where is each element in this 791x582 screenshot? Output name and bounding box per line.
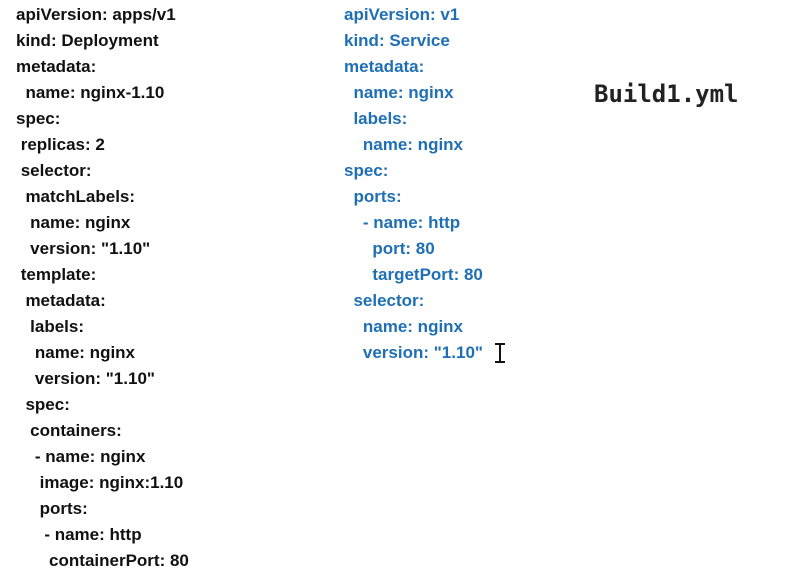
file-title: Build1.yml: [594, 80, 739, 108]
yaml-line: ports:: [344, 187, 402, 206]
yaml-line: spec:: [344, 161, 389, 180]
yaml-line: selector:: [16, 161, 92, 180]
yaml-line: - name: nginx: [16, 447, 146, 466]
yaml-line: template:: [16, 265, 97, 284]
yaml-line: apiVersion: v1: [344, 5, 460, 24]
yaml-line: spec:: [16, 109, 61, 128]
yaml-line: name: nginx: [344, 317, 464, 336]
yaml-line: labels:: [344, 109, 408, 128]
yaml-line: version: "1.10": [344, 343, 483, 362]
yaml-line: spec:: [16, 395, 70, 414]
yaml-line: matchLabels:: [16, 187, 136, 206]
yaml-line: kind: Service: [344, 31, 450, 50]
text-cursor-icon: [495, 342, 505, 364]
yaml-line: port: 80: [344, 239, 435, 258]
yaml-line: image: nginx:1.10: [16, 473, 184, 492]
yaml-line: apiVersion: apps/v1: [16, 5, 176, 24]
yaml-line: metadata:: [16, 291, 106, 310]
yaml-line: containerPort: 80: [16, 551, 189, 570]
yaml-line: targetPort: 80: [344, 265, 483, 284]
yaml-line: - name: http: [344, 213, 461, 232]
yaml-line: name: nginx: [16, 213, 131, 232]
yaml-line: ports:: [16, 499, 88, 518]
deployment-yaml: apiVersion: apps/v1 kind: Deployment met…: [16, 4, 189, 576]
yaml-line: name: nginx: [344, 83, 454, 102]
yaml-line: name: nginx-1.10: [16, 83, 165, 102]
yaml-line: version: "1.10": [16, 239, 151, 258]
yaml-line: metadata:: [344, 57, 425, 76]
yaml-line: selector:: [344, 291, 425, 310]
yaml-line: replicas: 2: [16, 135, 105, 154]
yaml-line: name: nginx: [16, 343, 136, 362]
yaml-line: containers:: [16, 421, 122, 440]
yaml-line: metadata:: [16, 57, 97, 76]
yaml-line: kind: Deployment: [16, 31, 159, 50]
yaml-line: version: "1.10": [16, 369, 155, 388]
service-yaml: apiVersion: v1 kind: Service metadata: n…: [344, 4, 483, 368]
slide: { "title": "Build1.yml", "deployment": {…: [0, 0, 791, 582]
yaml-line: - name: http: [16, 525, 142, 544]
yaml-line: labels:: [16, 317, 85, 336]
yaml-line: name: nginx: [344, 135, 464, 154]
